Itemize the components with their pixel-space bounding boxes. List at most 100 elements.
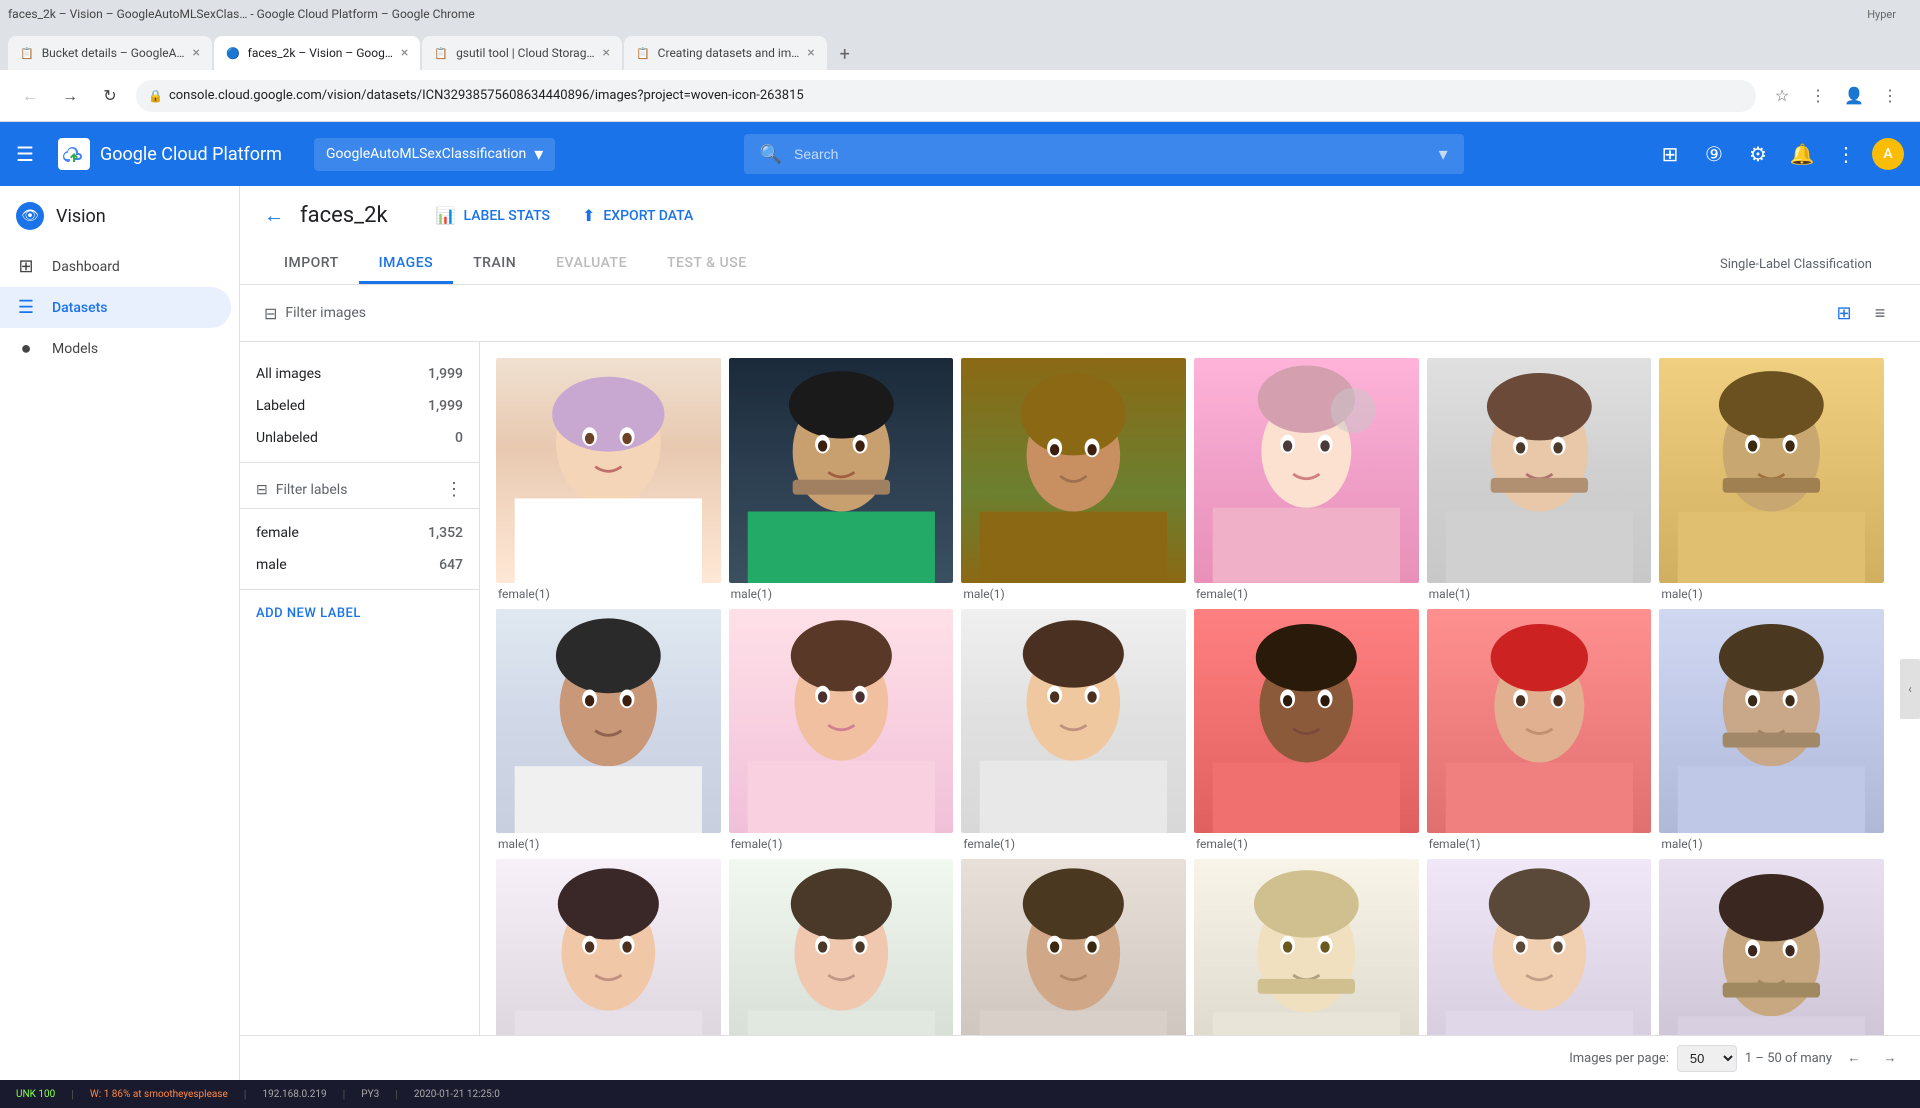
image-thumbnail[interactable] bbox=[496, 358, 721, 583]
list-item[interactable]: male(1) bbox=[1659, 609, 1884, 852]
bottom-w-status: W: 1 86% at smootheyesplease bbox=[90, 1089, 228, 1100]
list-item[interactable]: female(1) bbox=[1194, 609, 1419, 852]
extensions-button[interactable]: ⋮ bbox=[1804, 82, 1832, 110]
image-thumbnail[interactable] bbox=[729, 358, 954, 583]
male-category-stat[interactable]: male 647 bbox=[240, 549, 479, 581]
sidebar-item-models[interactable]: ● Models bbox=[0, 328, 231, 369]
profile-button[interactable]: 👤 bbox=[1840, 82, 1868, 110]
image-thumbnail[interactable] bbox=[1659, 609, 1884, 834]
project-selector[interactable]: GoogleAutoMLSexClassification ▾ bbox=[314, 138, 555, 171]
more-icon[interactable]: ⋮ bbox=[1828, 136, 1864, 172]
avatar[interactable]: A bbox=[1872, 138, 1904, 170]
browser-tab-4[interactable]: 📋 Creating datasets and im… × bbox=[624, 36, 827, 70]
list-item[interactable]: female(1) bbox=[1427, 609, 1652, 852]
tab-import[interactable]: IMPORT bbox=[264, 245, 359, 284]
list-item[interactable]: male(1) bbox=[961, 358, 1186, 601]
image-thumbnail[interactable] bbox=[1659, 859, 1884, 1035]
female-category-stat[interactable]: female 1,352 bbox=[240, 517, 479, 549]
tab-close-3[interactable]: × bbox=[602, 45, 609, 61]
image-thumbnail[interactable] bbox=[729, 859, 954, 1035]
hamburger-menu[interactable]: ☰ bbox=[16, 142, 34, 166]
list-view-button[interactable]: ≡ bbox=[1864, 297, 1896, 329]
support-icon[interactable]: ⑨ bbox=[1696, 136, 1732, 172]
list-item[interactable]: male(1) bbox=[729, 358, 954, 601]
filter-images-button[interactable]: ⊟ Filter images bbox=[264, 304, 366, 323]
list-item[interactable]: female(1) bbox=[496, 358, 721, 601]
back-to-datasets-button[interactable]: ← bbox=[264, 203, 284, 228]
search-input[interactable] bbox=[794, 146, 1427, 162]
pagination-next-button[interactable]: → bbox=[1876, 1044, 1904, 1072]
tab-close-4[interactable]: × bbox=[807, 45, 814, 61]
tab-close-1[interactable]: × bbox=[192, 45, 199, 61]
labels-more-button[interactable]: ⋮ bbox=[445, 479, 463, 500]
image-thumbnail[interactable] bbox=[1194, 859, 1419, 1035]
browser-tab-2[interactable]: 🔵 faces_2k – Vision – Goog… × bbox=[214, 36, 420, 70]
add-new-label-button[interactable]: ADD NEW LABEL bbox=[240, 598, 479, 629]
images-panel: female(1) bbox=[480, 342, 1900, 1035]
url-bar[interactable]: 🔒 console.cloud.google.com/vision/datase… bbox=[136, 80, 1756, 112]
tab-train[interactable]: TRAIN bbox=[453, 245, 536, 284]
label-stats-button[interactable]: 📊 LABEL STATS bbox=[428, 202, 558, 229]
grid-view-button[interactable]: ⊞ bbox=[1828, 297, 1860, 329]
image-thumbnail[interactable] bbox=[1194, 358, 1419, 583]
per-page-select[interactable]: 50 25 100 bbox=[1677, 1045, 1737, 1072]
tab-close-2[interactable]: × bbox=[401, 45, 408, 61]
export-data-button[interactable]: ⬆ EXPORT DATA bbox=[574, 202, 701, 229]
list-item[interactable]: female(1) bbox=[729, 859, 954, 1035]
image-thumbnail[interactable] bbox=[496, 859, 721, 1035]
list-item[interactable]: male(1) bbox=[496, 609, 721, 852]
list-item[interactable]: female(1) bbox=[961, 859, 1186, 1035]
image-thumbnail[interactable] bbox=[729, 609, 954, 834]
image-thumbnail[interactable] bbox=[1427, 859, 1652, 1035]
image-thumbnail[interactable] bbox=[1427, 358, 1652, 583]
pagination-prev-button[interactable]: ← bbox=[1840, 1044, 1868, 1072]
forward-button[interactable]: → bbox=[56, 82, 84, 110]
image-thumbnail[interactable] bbox=[1194, 609, 1419, 834]
pagination-bar: Images per page: 50 25 100 1 – 50 of man… bbox=[240, 1035, 1920, 1080]
list-item[interactable]: female(1) bbox=[1194, 358, 1419, 601]
export-data-label: EXPORT DATA bbox=[603, 208, 693, 224]
new-tab-button[interactable]: + bbox=[829, 38, 861, 70]
list-item[interactable]: male(1) bbox=[1659, 859, 1884, 1035]
sidebar-item-dashboard[interactable]: ⊞ Dashboard bbox=[0, 246, 231, 287]
list-item[interactable]: female(1) bbox=[961, 609, 1186, 852]
face-svg bbox=[1427, 358, 1652, 583]
face-svg bbox=[1194, 859, 1419, 1035]
apps-grid-icon[interactable]: ⊞ bbox=[1652, 136, 1688, 172]
face-svg bbox=[1659, 358, 1884, 583]
face-svg bbox=[496, 859, 721, 1035]
image-thumbnail[interactable] bbox=[1659, 358, 1884, 583]
unlabeled-stat[interactable]: Unlabeled 0 bbox=[240, 422, 479, 454]
filter-labels-button[interactable]: ⊟ Filter labels bbox=[256, 482, 347, 498]
list-item[interactable]: female(1) bbox=[1427, 859, 1652, 1035]
image-thumbnail[interactable] bbox=[961, 609, 1186, 834]
list-item[interactable]: female(1) bbox=[729, 609, 954, 852]
list-item[interactable]: male(1) bbox=[1659, 358, 1884, 601]
sidebar-item-datasets[interactable]: ☰ Datasets bbox=[0, 287, 231, 328]
labeled-stat[interactable]: Labeled 1,999 bbox=[240, 390, 479, 422]
url-text: console.cloud.google.com/vision/datasets… bbox=[169, 88, 804, 103]
tab-bar: 📋 Bucket details – GoogleA… × 🔵 faces_2k… bbox=[0, 28, 1920, 70]
image-thumbnail[interactable] bbox=[961, 859, 1186, 1035]
notifications-icon[interactable]: 🔔 bbox=[1784, 136, 1820, 172]
list-item[interactable]: female(1) bbox=[496, 859, 721, 1035]
search-dropdown-icon[interactable]: ▾ bbox=[1439, 144, 1448, 165]
collapse-panel-button[interactable]: ‹ bbox=[1900, 659, 1920, 719]
list-item[interactable]: male(1) bbox=[1427, 358, 1652, 601]
list-item[interactable]: male(1) bbox=[1194, 859, 1419, 1035]
back-button[interactable]: ← bbox=[16, 82, 44, 110]
brand-logo: Google Cloud Platform bbox=[58, 138, 282, 170]
image-thumbnail[interactable] bbox=[496, 609, 721, 834]
more-options-button[interactable]: ⋮ bbox=[1876, 82, 1904, 110]
all-images-stat[interactable]: All images 1,999 bbox=[240, 358, 479, 390]
browser-tab-3[interactable]: 📋 gsutil tool | Cloud Storag… × bbox=[422, 36, 622, 70]
reload-button[interactable]: ↻ bbox=[96, 82, 124, 110]
image-thumbnail[interactable] bbox=[1427, 609, 1652, 834]
image-thumbnail[interactable] bbox=[961, 358, 1186, 583]
top-nav: ☰ Google Cloud Platform GoogleAutoMLSexC… bbox=[0, 122, 1920, 186]
tab-images[interactable]: IMAGES bbox=[359, 245, 453, 284]
vision-service-icon: 👁 bbox=[16, 202, 44, 230]
browser-tab-1[interactable]: 📋 Bucket details – GoogleA… × bbox=[8, 36, 212, 70]
bookmark-button[interactable]: ☆ bbox=[1768, 82, 1796, 110]
settings-icon[interactable]: ⚙ bbox=[1740, 136, 1776, 172]
